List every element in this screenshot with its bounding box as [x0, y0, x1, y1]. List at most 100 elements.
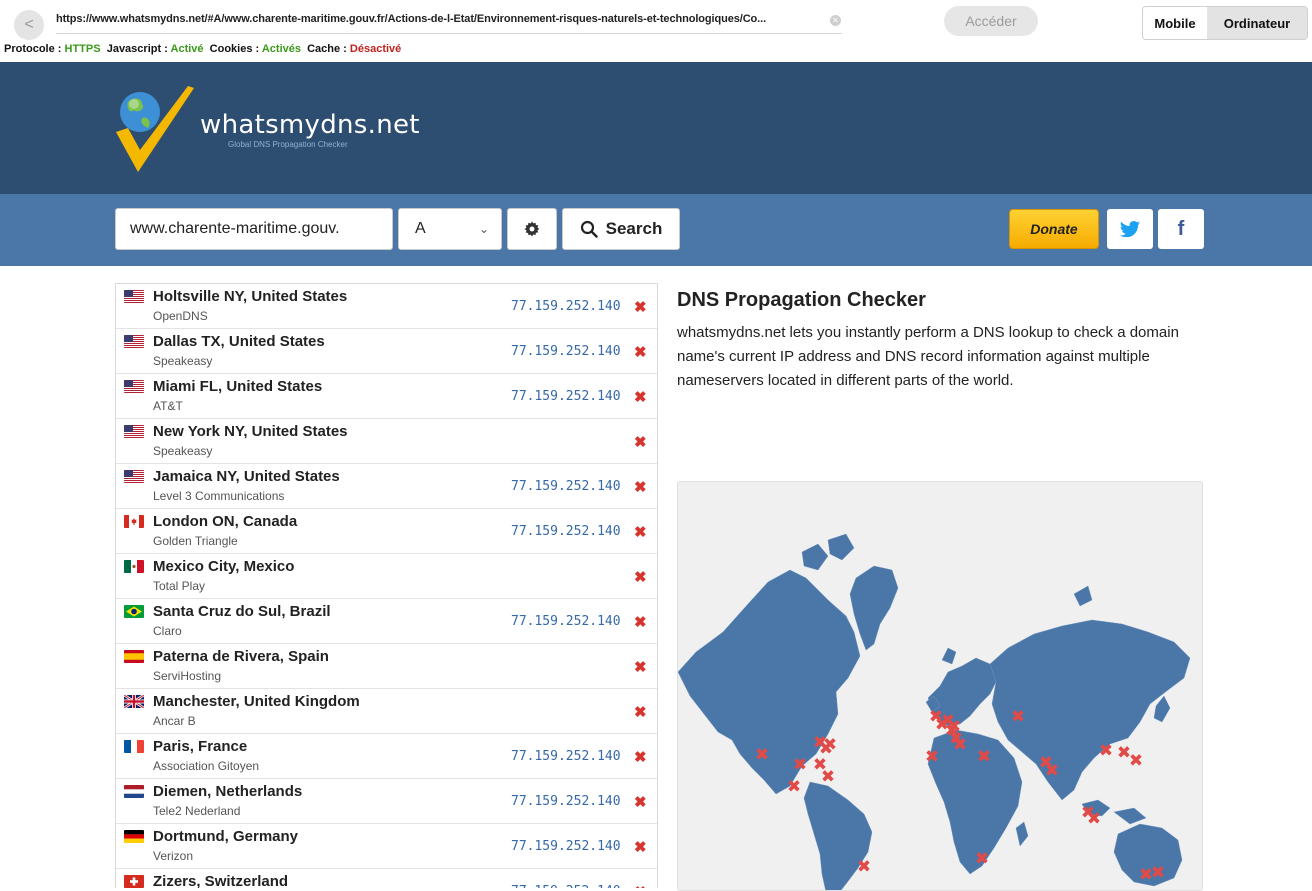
fail-cross-icon: ✖ [634, 704, 647, 721]
status-line: Protocole : HTTPS Javascript : Activé Co… [4, 43, 401, 55]
facebook-button[interactable]: f [1158, 209, 1204, 249]
record-type-value: A [415, 220, 426, 237]
results-table: Holtsville NY, United States OpenDNS 77.15… [115, 283, 658, 888]
fail-cross-icon: ✖ [634, 434, 647, 451]
fail-marker-icon: ✖ [1099, 741, 1113, 761]
result-row[interactable]: Dallas TX, United States Speakeasy 77.159.… [116, 329, 657, 374]
mode-mobile-button[interactable]: Mobile [1143, 7, 1207, 39]
fail-marker-icon: ✖ [793, 755, 807, 775]
fail-cross-icon: ✖ [634, 883, 647, 888]
flag-es-icon [124, 650, 144, 663]
result-row[interactable]: Holtsville NY, United States OpenDNS 77.15… [116, 284, 657, 329]
clear-url-icon[interactable]: ✕ [830, 15, 841, 26]
fail-marker-icon: ✖ [813, 755, 827, 775]
fail-marker-icon: ✖ [823, 735, 837, 755]
domain-input[interactable]: www.charente-maritime.gouv. [115, 208, 393, 250]
result-ip: 77.159.252.140 [511, 884, 621, 888]
result-location: Manchester, United Kingdom [153, 693, 360, 710]
fail-marker-icon: ✖ [925, 747, 939, 767]
result-location: London ON, Canada [153, 513, 298, 530]
world-map[interactable]: ✖ ✖ ✖ ✖ ✖ ✖ ✖ ✖ ✖ ✖ ✖ ✖ ✖ ✖ ✖ ✖ ✖ ✖ ✖ ✖ ✖ ✖ ✖ ✖ ✖ ✖ ✖ ✖ ✖ [677, 481, 1203, 891]
fail-cross-icon: ✖ [634, 794, 647, 811]
record-type-select[interactable]: A ⌄ [398, 208, 502, 250]
go-button[interactable]: Accéder [944, 6, 1038, 36]
result-provider: ServiHosting [153, 669, 222, 683]
fail-cross-icon: ✖ [634, 839, 647, 856]
fail-marker-icon: ✖ [1011, 707, 1025, 727]
result-location: Jamaica NY, United States [153, 468, 340, 485]
search-label: Search [605, 219, 663, 238]
result-location: Dortmund, Germany [153, 828, 299, 845]
result-ip: 77.159.252.140 [511, 389, 621, 404]
donate-button[interactable]: Donate [1009, 209, 1099, 249]
result-row[interactable]: New York NY, United States Speakeasy ✖ [116, 419, 657, 464]
fail-cross-icon: ✖ [634, 569, 647, 586]
result-location: Dallas TX, United States [153, 333, 325, 350]
fail-marker-icon: ✖ [975, 849, 989, 869]
result-provider: Level 3 Communications [153, 489, 285, 503]
fail-marker-icon: ✖ [1087, 809, 1101, 829]
cache-value: Désactivé [349, 43, 402, 55]
flag-fr-icon [124, 740, 144, 753]
fail-cross-icon: ✖ [634, 524, 647, 541]
result-row[interactable]: Manchester, United Kingdom Ancar B ✖ [116, 689, 657, 734]
result-ip: 77.159.252.140 [511, 524, 621, 539]
fail-marker-icon: ✖ [1129, 751, 1143, 771]
result-ip: 77.159.252.140 [511, 839, 621, 854]
fail-marker-icon: ✖ [953, 735, 967, 755]
fail-cross-icon: ✖ [634, 344, 647, 361]
chevron-down-icon: ⌄ [478, 222, 489, 236]
browser-toolbar: < https://www.whatsmydns.net/#A/www.char… [0, 0, 1312, 62]
back-button[interactable]: < [14, 10, 44, 40]
result-provider: OpenDNS [153, 309, 208, 323]
result-location: New York NY, United States [153, 423, 348, 440]
result-location: Mexico City, Mexico [153, 558, 295, 575]
result-provider: Speakeasy [153, 354, 213, 368]
globe-check-logo-icon[interactable] [112, 80, 196, 181]
result-provider: AT&T [153, 399, 183, 413]
result-row[interactable]: Dortmund, Germany Verizon 77.159.252.140 ✖ [116, 824, 657, 869]
fail-cross-icon: ✖ [634, 749, 647, 766]
result-row[interactable]: Mexico City, Mexico Total Play ✖ [116, 554, 657, 599]
fail-marker-icon: ✖ [857, 857, 871, 877]
facebook-icon: f [1177, 217, 1185, 240]
twitter-button[interactable] [1107, 209, 1153, 249]
result-row[interactable]: London ON, Canada Golden Triangle 77.159.2… [116, 509, 657, 554]
settings-button[interactable] [507, 208, 557, 250]
view-mode-toggle: Mobile Ordinateur [1142, 6, 1308, 40]
result-ip: 77.159.252.140 [511, 794, 621, 809]
cookies-label: Cookies : [209, 43, 260, 55]
result-row[interactable]: Zizers, Switzerland 77.159.252.140 ✖ [116, 869, 657, 888]
result-location: Diemen, Netherlands [153, 783, 303, 800]
search-button[interactable]: Search [562, 208, 680, 250]
flag-us-icon [124, 335, 144, 348]
fail-marker-icon: ✖ [755, 745, 769, 765]
fail-cross-icon: ✖ [634, 299, 647, 316]
result-provider: Speakeasy [153, 444, 213, 458]
result-row[interactable]: Paris, France Association Gitoyen 77.159.2… [116, 734, 657, 779]
fail-marker-icon: ✖ [947, 717, 961, 737]
url-field[interactable]: https://www.whatsmydns.net/#A/www.charen… [56, 13, 766, 25]
brand-tagline: Global DNS Propagation Checker [228, 140, 348, 149]
result-location: Paris, France [153, 738, 248, 755]
result-row[interactable]: Diemen, Netherlands Tele2 Nederland 77.159… [116, 779, 657, 824]
mode-desktop-button[interactable]: Ordinateur [1207, 7, 1307, 39]
site-header: whatsmydns.net Global DNS Propagation Ch… [0, 62, 1312, 194]
twitter-icon [1120, 221, 1140, 237]
result-provider: Claro [153, 624, 182, 638]
result-provider: Total Play [153, 579, 206, 593]
page-description: whatsmydns.net lets you instantly perfor… [677, 324, 1179, 389]
result-location: Paterna de Rivera, Spain [153, 648, 329, 665]
fail-marker-icon: ✖ [1045, 761, 1059, 781]
result-row[interactable]: Paterna de Rivera, Spain ServiHosting ✖ [116, 644, 657, 689]
search-bar: www.charente-maritime.gouv. A ⌄ Search D… [0, 194, 1312, 266]
result-provider: Golden Triangle [153, 534, 238, 548]
result-row[interactable]: Miami FL, United States AT&T 77.159.252.14… [116, 374, 657, 419]
fail-marker-icon: ✖ [977, 747, 991, 767]
flag-ch-icon [124, 875, 144, 888]
brand-name[interactable]: whatsmydns.net [200, 110, 420, 140]
result-row[interactable]: Santa Cruz do Sul, Brazil Claro 77.159.252… [116, 599, 657, 644]
flag-ca-icon [124, 515, 144, 528]
result-row[interactable]: Jamaica NY, United States Level 3 Communi… [116, 464, 657, 509]
result-ip: 77.159.252.140 [511, 299, 621, 314]
